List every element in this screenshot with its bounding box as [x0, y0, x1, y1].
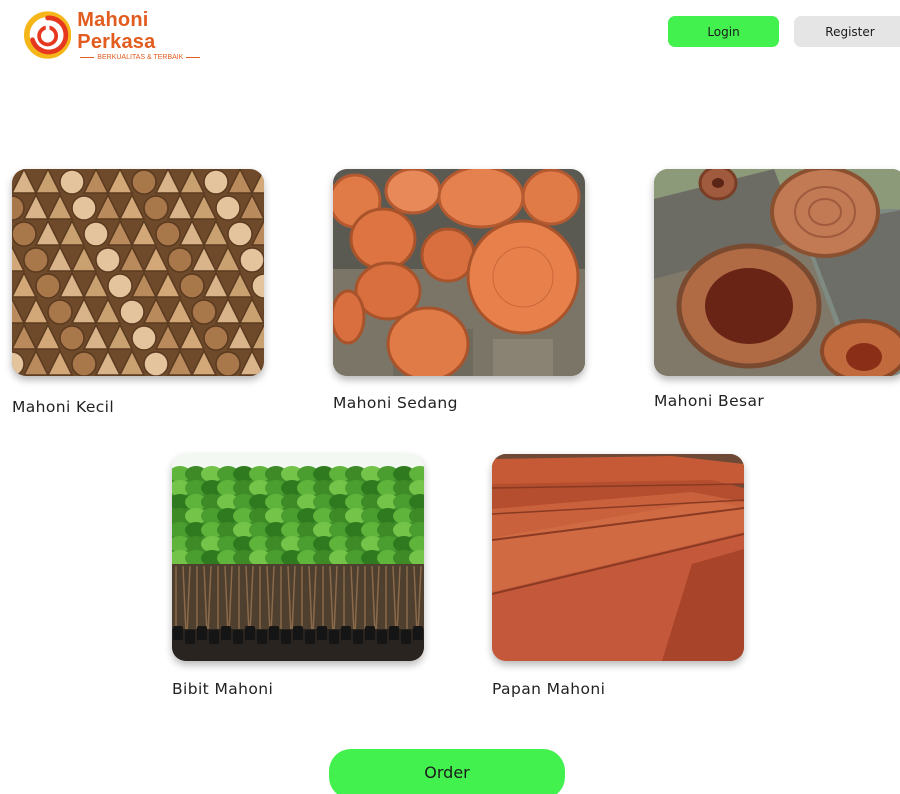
product-image-mahoni-besar[interactable]	[654, 169, 900, 376]
product-card-mahoni-kecil[interactable]: Mahoni Kecil	[12, 169, 264, 416]
brand-logo[interactable]: Mahoni Perkasa BERKUALITAS & TERBAIK	[24, 9, 224, 61]
seedlings-image	[172, 454, 424, 661]
product-card-mahoni-sedang[interactable]: Mahoni Sedang	[333, 169, 585, 412]
product-label: Mahoni Kecil	[12, 398, 115, 416]
logo-mark-icon	[24, 11, 72, 59]
product-label: Mahoni Sedang	[333, 394, 458, 412]
product-card-bibit-mahoni[interactable]: Bibit Mahoni	[172, 454, 424, 698]
tagline-rule-right	[186, 57, 201, 58]
product-card-mahoni-besar[interactable]: Mahoni Besar	[654, 169, 900, 410]
brand-tagline-row: BERKUALITAS & TERBAIK	[77, 54, 224, 61]
planks-image	[492, 454, 744, 661]
product-card-papan-mahoni[interactable]: Papan Mahoni	[492, 454, 744, 698]
product-label: Mahoni Besar	[654, 392, 765, 410]
product-label: Papan Mahoni	[492, 680, 606, 698]
product-label: Bibit Mahoni	[172, 680, 274, 698]
large-logs-image	[654, 169, 900, 376]
log-pile-image	[333, 169, 585, 376]
login-button[interactable]: Login	[668, 16, 779, 47]
logo-text: Mahoni Perkasa BERKUALITAS & TERBAIK	[77, 9, 224, 61]
product-image-mahoni-sedang[interactable]	[333, 169, 585, 376]
brand-tagline: BERKUALITAS & TERBAIK	[97, 54, 184, 61]
register-button[interactable]: Register	[794, 16, 900, 47]
page: Mahoni Perkasa BERKUALITAS & TERBAIK Log…	[0, 0, 900, 794]
order-button[interactable]: Order	[329, 749, 565, 794]
product-image-bibit-mahoni[interactable]	[172, 454, 424, 661]
product-image-papan-mahoni[interactable]	[492, 454, 744, 661]
product-image-mahoni-kecil[interactable]	[12, 169, 264, 376]
split-firewood-image	[12, 169, 264, 376]
brand-name: Mahoni Perkasa	[77, 9, 156, 53]
tagline-rule-left	[80, 57, 95, 58]
